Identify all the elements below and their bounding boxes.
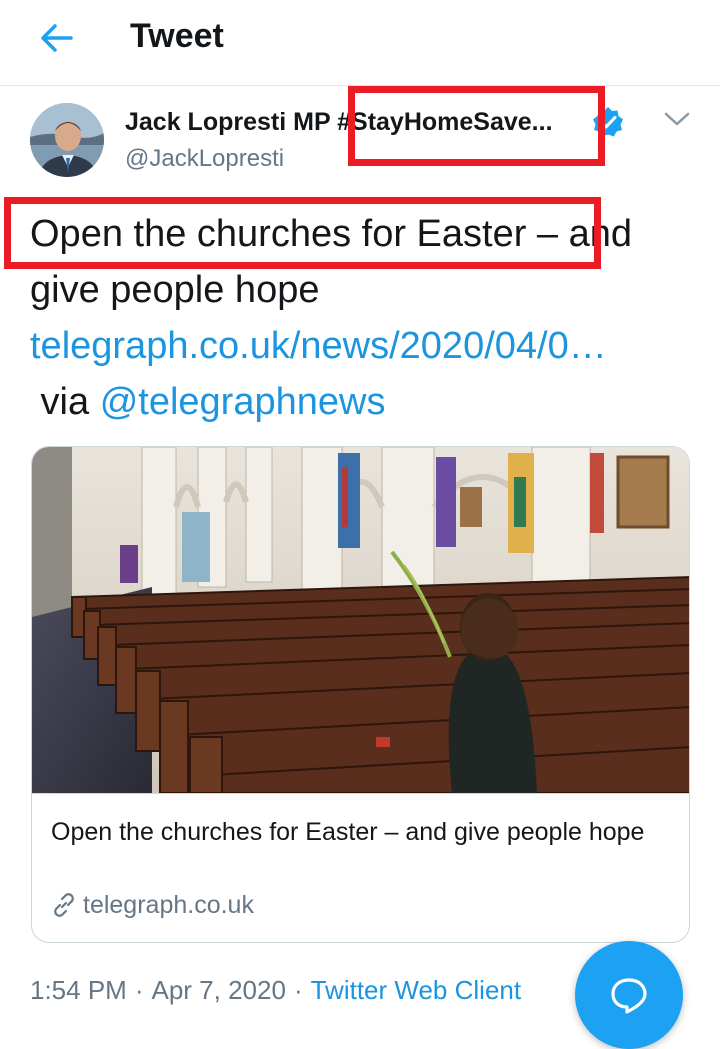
mention-link[interactable]: @telegraphnews [100,381,386,423]
tweet-text-line-2: give people hope [30,269,320,311]
card-domain: telegraph.co.uk [51,888,254,922]
more-options-button[interactable] [660,104,694,134]
meta-separator: · [134,975,144,1005]
via-text: via [30,381,100,423]
arrow-left-icon [41,24,73,52]
card-title: Open the churches for Easter – and give … [51,818,645,846]
link-preview-card[interactable]: Open the churches for Easter – and give … [31,446,690,943]
tweet-meta: 1:54 PM · Apr 7, 2020 · Twitter Web Client [30,972,521,1008]
top-bar: Tweet [0,0,720,86]
client-link[interactable]: Twitter Web Client [311,975,521,1005]
article-link[interactable]: telegraph.co.uk/news/2020/04/0… [30,325,607,367]
annotation-box-headline [4,197,601,269]
meta-separator: · [293,975,303,1005]
chevron-down-icon [664,112,690,126]
link-icon [54,893,74,917]
card-image [32,447,689,793]
annotation-box-name [348,86,605,166]
reply-fab-button[interactable] [575,941,683,1049]
tweet-date: Apr 7, 2020 [151,975,286,1005]
speech-bubble-icon [611,978,647,1014]
avatar[interactable] [30,103,104,177]
back-button[interactable] [34,18,80,58]
card-text-area: Open the churches for Easter – and give … [32,793,689,942]
author-handle[interactable]: @JackLopresti [125,142,284,176]
tweet-time: 1:54 PM [30,975,127,1005]
card-domain-text: telegraph.co.uk [83,891,254,919]
page-title: Tweet [130,17,224,55]
